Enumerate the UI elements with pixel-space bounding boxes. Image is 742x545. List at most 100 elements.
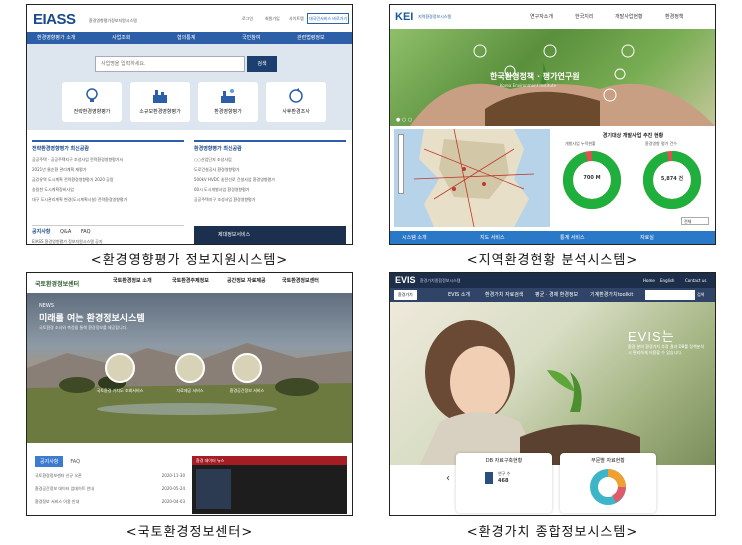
evis-nav-item[interactable]: 환경가치 자료검색 bbox=[485, 288, 523, 302]
lightbulb-icon bbox=[86, 88, 98, 102]
eiass-top-link-login[interactable]: 로그인 bbox=[242, 16, 253, 22]
kei-nav-item[interactable]: 개발사업현황 bbox=[615, 13, 643, 20]
evis-nav: 환경가치 EVIS 소개 환경가치 자료검색 평균 · 경제 환경정보 기계환경… bbox=[390, 288, 715, 302]
kei-screenshot: KEI 지역환경정보시스템 연구자소개 한국지리 개발사업현황 환경정책 한국환… bbox=[389, 4, 716, 245]
kei-nav-item[interactable]: 연구자소개 bbox=[530, 13, 553, 20]
eiass-panel-left-title: 전략환경영향평가 최신공람 bbox=[32, 146, 89, 152]
list-item[interactable]: 2021년 물순환 관리계획 재평가 bbox=[32, 165, 184, 175]
kei-chart-panel: 경기대상 개발사업 추진 현황 개발사업 누적현황 환경영향 평가 건수 700… bbox=[553, 129, 713, 227]
kei-bottom-tab[interactable]: 지도 서비스 bbox=[480, 231, 505, 244]
kei-bottom-bar: 시스템 소개 지도 서비스 통계 서비스 자료실 bbox=[390, 231, 715, 244]
kei-nav-item[interactable]: 환경정책 bbox=[665, 13, 683, 20]
eiass-panel-right-title: 환경영향평가 최신공람 bbox=[194, 146, 242, 152]
tab-faq[interactable]: FAQ bbox=[65, 457, 85, 467]
eiass-logo[interactable]: EIASS bbox=[33, 11, 76, 28]
kei-chart-label: 개발사업 누적현황 bbox=[565, 141, 596, 146]
evis-top-link[interactable]: Home bbox=[643, 278, 655, 283]
kei-hero: 한국환경정책 · 평가연구원 Korea Environment Institu… bbox=[390, 29, 715, 126]
eiass-search-button[interactable]: 검색 bbox=[247, 56, 277, 72]
list-item[interactable]: EIASS 환경영향평가 정보지원시스템 공지 bbox=[32, 239, 184, 244]
kei-nav-item[interactable]: 한국지리 bbox=[575, 13, 593, 20]
eiass-card-post[interactable]: 사후환경조사 bbox=[266, 82, 326, 122]
document-icon bbox=[485, 472, 493, 484]
list-item[interactable]: 공공주택지구 조성사업 환경영향평가 bbox=[194, 195, 346, 205]
nier-nav-item[interactable]: 국토환경주제정보 bbox=[172, 277, 209, 284]
list-item[interactable]: 대구 도시관리계획 변경(도시계획시설) 전략환경영향평가 bbox=[32, 195, 184, 205]
tab-notice[interactable]: 공지사항 bbox=[32, 229, 50, 235]
eiass-card-strategic[interactable]: 전략환경영향평가 bbox=[62, 82, 122, 122]
eiass-nav-item[interactable]: 관련법령정보 bbox=[297, 32, 325, 44]
evis-search-button[interactable]: 검색 bbox=[697, 288, 704, 302]
carousel-dots[interactable]: ● ○ ○ bbox=[396, 117, 412, 123]
kei-bottom-tab[interactable]: 시스템 소개 bbox=[402, 231, 427, 244]
eiass-nav-item[interactable]: 사업조회 bbox=[112, 32, 130, 44]
nier-circle-3[interactable] bbox=[232, 353, 262, 383]
nier-circle-label: 자료제공 서비스 bbox=[176, 388, 204, 393]
evis-top-link[interactable]: Contact us bbox=[685, 278, 706, 283]
eiass-card-label: 소규모환경영향평가 bbox=[139, 109, 181, 115]
caption-evis: <환경가치 종합정보시스템> bbox=[466, 525, 639, 540]
evis-nav-item[interactable]: 평균 · 경제 환경정보 bbox=[535, 288, 578, 302]
nier-screenshot: 국토환경정보센터 국토환경정보 소개 국토환경주제정보 공간정보 자료제공 국토… bbox=[26, 272, 353, 516]
nier-circle-1[interactable] bbox=[105, 353, 135, 383]
tab-notice[interactable]: 공지사항 bbox=[35, 456, 64, 467]
evis-nav-item[interactable]: EVIS 소개 bbox=[448, 288, 470, 302]
list-item[interactable]: 공공주택 - 공공주택지구 조성사업 전략환경영향평가서 bbox=[32, 155, 184, 165]
donut1-value: 700 M bbox=[583, 175, 601, 181]
evis-db-card[interactable]: DB 자료구축현황 연구 수 468 ‹ bbox=[446, 453, 552, 513]
list-item[interactable]: 도로건설공사 환경영향평가 bbox=[194, 165, 346, 175]
evis-category-select[interactable]: 환경가치 bbox=[394, 290, 417, 300]
list-item[interactable]: 금강유역 도시계획 전략환경영향평가 2020 공람 bbox=[32, 175, 184, 185]
nier-logo[interactable]: 국토환경정보센터 bbox=[35, 279, 79, 288]
nier-nav-item[interactable]: 공간정보 자료제공 bbox=[227, 277, 266, 284]
eiass-nav-item[interactable]: 국민참여 bbox=[242, 32, 260, 44]
kei-chart-select[interactable]: 전체 bbox=[681, 217, 709, 225]
eiass-card-label: 사후환경조사 bbox=[282, 109, 310, 115]
nier-dark-title: 환경 데이터 뉴스 bbox=[192, 456, 347, 465]
kei-map[interactable] bbox=[394, 129, 550, 227]
evis-sector-card-title: 부문별 자료현황 bbox=[591, 458, 625, 464]
list-item[interactable]: 500kV HVDC 송전선로 건설사업 환경영향평가 bbox=[194, 175, 346, 185]
eiass-top-link-join[interactable]: 회원가입 bbox=[265, 16, 280, 22]
evis-search-input[interactable] bbox=[645, 290, 695, 300]
nier-circle-2[interactable] bbox=[175, 353, 205, 383]
nier-circle-label: 국토환경 가치도 조회서비스 bbox=[96, 388, 144, 393]
evis-header: EVIS 환경가치종합정보시스템 Home English Contact us bbox=[390, 273, 715, 288]
evis-db-card-label: 연구 수 bbox=[498, 471, 511, 476]
kei-chart-label: 환경영향 평가 건수 bbox=[645, 141, 677, 146]
eiass-top-link-sitemap[interactable]: 사이트맵 bbox=[289, 16, 304, 22]
caption-eiass: <환경영향평가 정보지원시스템> bbox=[90, 253, 289, 268]
map-zoom-control[interactable] bbox=[398, 134, 404, 194]
nier-nav-item[interactable]: 국토환경정보 소개 bbox=[113, 277, 152, 284]
caption-nier: <국토환경정보센터> bbox=[125, 525, 254, 540]
list-item[interactable]: 송림천 도시계획정비사업 bbox=[32, 185, 184, 195]
evis-sector-card[interactable]: 부문별 자료현황 bbox=[560, 453, 656, 513]
evis-nav-item[interactable]: 기계환경가치toolkit bbox=[590, 288, 633, 302]
tab-qna[interactable]: Q&A bbox=[60, 229, 71, 235]
evis-top-link[interactable]: English bbox=[660, 278, 674, 283]
eiass-card-small[interactable]: 소규모환경영향평가 bbox=[130, 82, 190, 122]
kei-bottom-tab[interactable]: 통계 서비스 bbox=[560, 231, 585, 244]
eiass-nav-bar: 환경영향평가 소개 사업조회 협의통계 국민참여 관련법령정보 bbox=[27, 32, 352, 44]
eiass-top-button[interactable]: 대국민서비스 바로가기 bbox=[307, 13, 349, 24]
caption-kei: <지역환경현황 분석시스템> bbox=[466, 253, 639, 268]
eiass-bottom-banner[interactable]: 제대정보서비스 bbox=[194, 226, 346, 244]
eiass-nav-item[interactable]: 협의통계 bbox=[177, 32, 195, 44]
eiass-bottom-tabs: 공지사항 Q&A FAQ EIASS 환경영향평가 정보지원시스템 공지 bbox=[32, 225, 184, 244]
table-row[interactable]: 환경공간정보 데이터 업데이트 안내 2020-05-24 bbox=[35, 486, 185, 492]
kei-logo[interactable]: KEI bbox=[395, 11, 413, 23]
eiass-card-eia[interactable]: 환경영향평가 bbox=[198, 82, 258, 122]
table-row[interactable]: 국토환경정보센터 신규 오픈 2020-11-30 bbox=[35, 473, 185, 479]
list-item[interactable]: ○○산업단지 조성사업 bbox=[194, 155, 346, 165]
eiass-search-input[interactable] bbox=[95, 56, 245, 72]
nier-nav-item[interactable]: 국토환경정보센터 bbox=[282, 277, 319, 284]
nier-dark-panel[interactable]: 환경 데이터 뉴스 bbox=[192, 456, 347, 514]
table-row[interactable]: 환경정보 서비스 이용 안내 2020-04-03 bbox=[35, 499, 185, 505]
evis-logo[interactable]: EVIS bbox=[395, 275, 416, 285]
evis-card-prev-arrow[interactable]: ‹ bbox=[446, 473, 450, 484]
list-item[interactable]: 00시 도시개발사업 환경영향평가 bbox=[194, 185, 346, 195]
kei-bottom-tab[interactable]: 자료실 bbox=[640, 231, 654, 244]
eiass-nav-item[interactable]: 환경영향평가 소개 bbox=[37, 32, 75, 44]
tab-faq[interactable]: FAQ bbox=[81, 229, 91, 235]
refresh-icon bbox=[289, 88, 303, 103]
